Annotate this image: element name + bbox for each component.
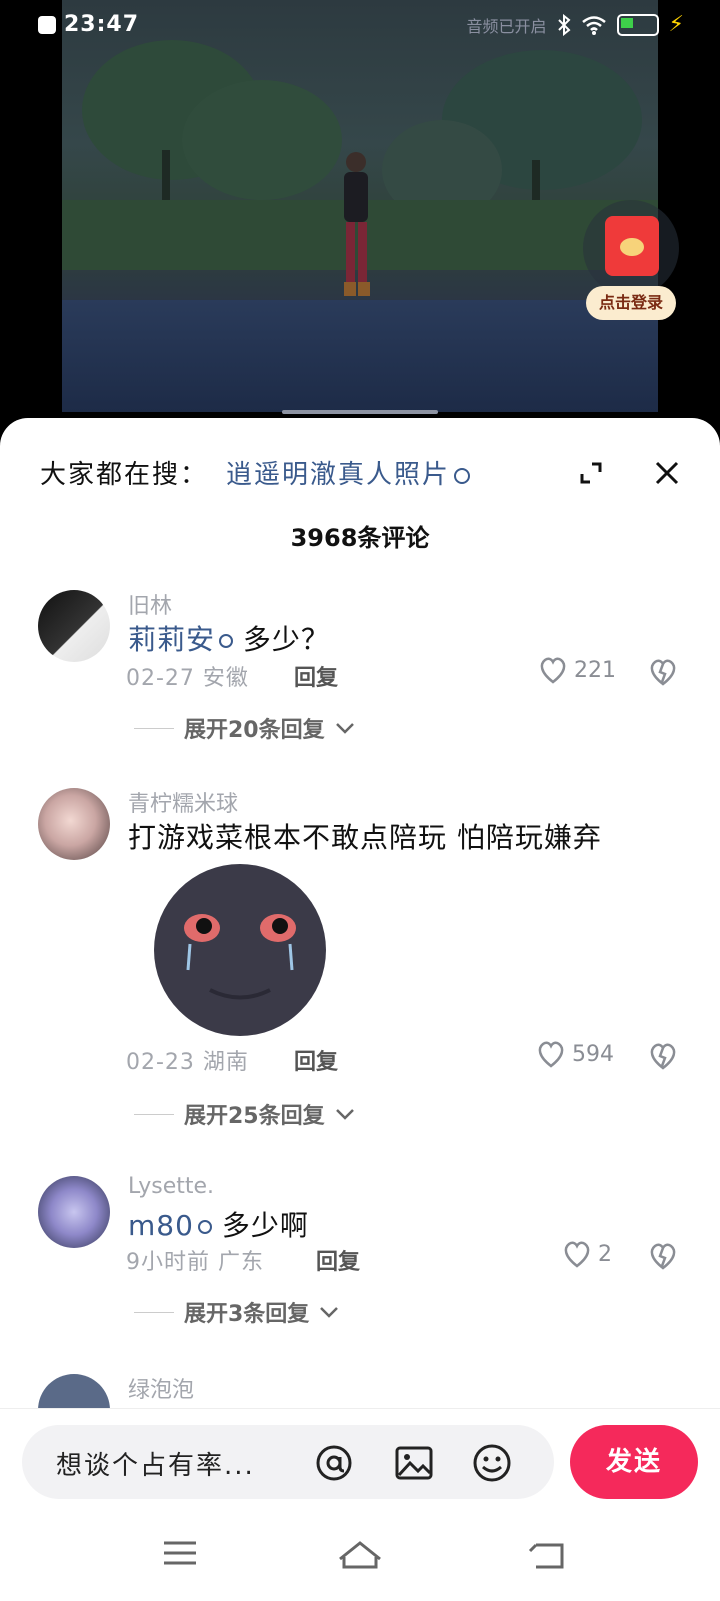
- comment-text-line: m80 多少啊: [128, 1204, 309, 1244]
- comment-item: 绿泡泡: [0, 1372, 720, 1446]
- comment-username[interactable]: 绿泡泡: [128, 1372, 194, 1404]
- comment-input-placeholder: 想谈个占有率...: [56, 1451, 255, 1481]
- comment-mention[interactable]: m80: [128, 1209, 194, 1242]
- expand-replies-label: 展开20条回复: [184, 718, 325, 743]
- trending-search-label: 大家都在搜：: [40, 460, 209, 490]
- comment-username[interactable]: 青柠糯米球: [128, 786, 238, 818]
- reply-button[interactable]: 回复: [316, 1244, 360, 1276]
- emoji-icon[interactable]: [472, 1443, 512, 1483]
- comment-text-line: 莉莉安 多少？: [128, 618, 330, 658]
- comment-mention[interactable]: 莉莉安: [128, 623, 215, 656]
- trending-search-link[interactable]: 逍遥明澈真人照片: [226, 454, 471, 491]
- charging-icon: ⚡: [668, 12, 684, 37]
- image-icon[interactable]: [394, 1443, 434, 1483]
- chevron-down-icon: [335, 1109, 354, 1120]
- divider: [134, 1311, 174, 1313]
- expand-replies-label: 展开3条回复: [184, 1302, 310, 1327]
- comment-item: Lysette. m80 多少啊 9小时前 广东 回复 2 展开3条回复: [0, 1174, 720, 1354]
- red-packet-icon: [605, 216, 659, 276]
- broken-heart-icon[interactable]: [648, 1242, 678, 1270]
- like-button[interactable]: 221: [538, 656, 616, 684]
- avatar[interactable]: [38, 590, 110, 662]
- battery-icon: [616, 13, 659, 36]
- heart-icon: [538, 1041, 564, 1068]
- comment-input-bar: 想谈个占有率... 发送: [0, 1408, 720, 1601]
- moon-face-sticker[interactable]: [140, 860, 340, 1040]
- like-count: 594: [572, 1041, 614, 1067]
- drag-handle[interactable]: [282, 410, 438, 414]
- comment-username[interactable]: 旧林: [128, 588, 172, 620]
- heart-icon: [564, 1241, 590, 1268]
- audio-status-text: 音频已开启: [466, 16, 547, 36]
- video-player[interactable]: [62, 0, 658, 412]
- avatar[interactable]: [38, 788, 110, 860]
- avatar[interactable]: [38, 1176, 110, 1248]
- broken-heart-icon[interactable]: [648, 1042, 678, 1070]
- app-close-notification-icon: [38, 16, 56, 34]
- status-bar: 23:47 音频已开启 ⚡: [0, 0, 720, 56]
- road: [62, 300, 658, 412]
- divider: [134, 727, 174, 729]
- search-icon: [197, 1220, 212, 1234]
- expand-replies-label: 展开25条回复: [184, 1104, 325, 1129]
- back-icon[interactable]: [528, 1543, 564, 1569]
- comment-date-location: 02-23 湖南: [126, 1050, 249, 1075]
- chevron-down-icon: [335, 723, 354, 734]
- comment-input[interactable]: 想谈个占有率...: [22, 1425, 554, 1499]
- comment-date-location: 9小时前 广东: [126, 1250, 264, 1275]
- like-button[interactable]: 594: [536, 1040, 614, 1068]
- broken-heart-icon[interactable]: [648, 658, 678, 686]
- comment-username[interactable]: Lysette.: [128, 1174, 214, 1199]
- home-icon[interactable]: [339, 1541, 381, 1569]
- comment-item: 旧林 莉莉安 多少？ 02-27 安徽 回复 221 展开20条回复: [0, 588, 720, 768]
- comment-text: 多少啊: [221, 1209, 309, 1242]
- status-time: 23:47: [64, 12, 140, 37]
- red-packet-button[interactable]: [583, 200, 679, 296]
- heart-icon: [540, 657, 566, 684]
- bluetooth-icon: [557, 13, 571, 36]
- divider: [134, 1113, 174, 1115]
- search-icon: [219, 634, 234, 648]
- system-nav-bar: [164, 1541, 564, 1569]
- comment-text: 打游戏菜根本不敢点陪玩 怕陪玩嫌弃: [128, 821, 602, 854]
- expand-icon[interactable]: [578, 460, 604, 486]
- like-count: 2: [598, 1241, 612, 1267]
- comment-item: 青柠糯米球 打游戏菜根本不敢点陪玩 怕陪玩嫌弃 02-23 湖南 回复 594 …: [0, 786, 720, 1156]
- reply-button[interactable]: 回复: [294, 1044, 338, 1076]
- close-icon[interactable]: [654, 460, 680, 486]
- notification-icons: [38, 16, 56, 34]
- comment-count: 3968条评论: [290, 524, 430, 552]
- expand-replies-button[interactable]: 展开20条回复: [134, 712, 355, 744]
- at-icon[interactable]: [314, 1443, 354, 1483]
- login-badge[interactable]: 点击登录: [586, 286, 676, 320]
- expand-replies-button[interactable]: 展开25条回复: [134, 1098, 355, 1130]
- reply-button[interactable]: 回复: [294, 660, 338, 692]
- comment-date-location: 02-27 安徽: [126, 666, 249, 691]
- trending-search-term: 逍遥明澈真人照片: [226, 460, 451, 490]
- expand-replies-button[interactable]: 展开3条回复: [134, 1296, 339, 1328]
- game-character: [344, 152, 370, 296]
- chevron-down-icon: [320, 1307, 339, 1318]
- status-right: 音频已开启 ⚡: [467, 12, 684, 37]
- menu-icon[interactable]: [164, 1541, 196, 1565]
- like-button[interactable]: 2: [562, 1240, 612, 1268]
- wifi-icon: [581, 15, 606, 35]
- comment-text: 多少？: [242, 623, 330, 656]
- send-button[interactable]: 发送: [570, 1425, 698, 1499]
- coin-icon: [620, 238, 644, 256]
- search-icon: [454, 467, 471, 484]
- like-count: 221: [574, 657, 616, 683]
